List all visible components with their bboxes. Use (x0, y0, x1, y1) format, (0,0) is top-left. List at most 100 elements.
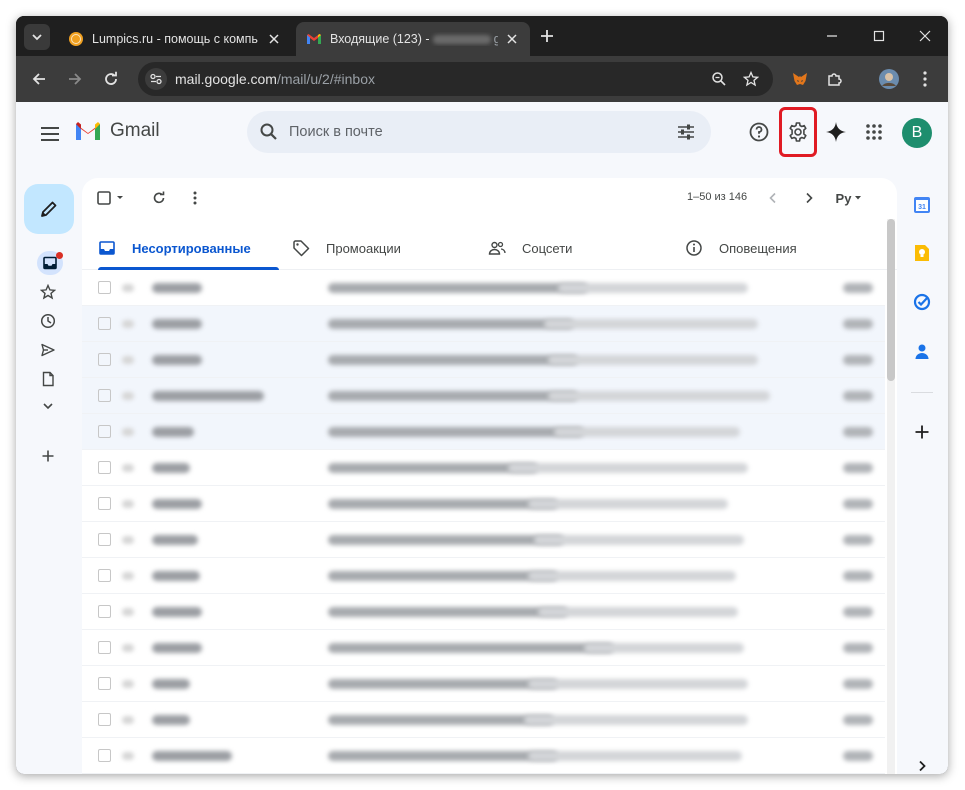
address-bar[interactable]: mail.google.com/mail/u/2/#inbox (138, 62, 773, 96)
tasks-app-button[interactable] (911, 291, 933, 313)
message-row[interactable] (82, 414, 885, 450)
message-row[interactable] (82, 306, 885, 342)
redacted-date (843, 534, 873, 545)
newer-page-button[interactable] (763, 188, 783, 208)
reload-button[interactable] (99, 67, 123, 91)
row-checkbox[interactable] (98, 641, 111, 654)
row-checkbox[interactable] (98, 533, 111, 546)
star-toggle[interactable] (122, 643, 134, 652)
forward-button[interactable] (63, 67, 87, 91)
keep-icon (915, 245, 929, 261)
star-toggle[interactable] (122, 355, 134, 364)
redacted-subject (328, 678, 558, 689)
extensions-icon[interactable] (824, 68, 846, 90)
message-row[interactable] (82, 270, 885, 306)
browser-menu-icon[interactable] (914, 68, 936, 90)
row-checkbox[interactable] (98, 713, 111, 726)
star-toggle[interactable] (122, 715, 134, 724)
star-toggle[interactable] (122, 427, 134, 436)
search-options-icon[interactable] (675, 121, 697, 143)
contacts-app-button[interactable] (911, 341, 933, 363)
nav-drafts[interactable] (36, 367, 60, 391)
scrollbar-thumb[interactable] (887, 219, 895, 381)
row-checkbox[interactable] (98, 353, 111, 366)
lumpics-favicon (69, 32, 83, 46)
tab-promotions[interactable]: Промоакции (292, 226, 401, 270)
row-checkbox[interactable] (98, 605, 111, 618)
select-all-checkbox[interactable] (96, 188, 128, 208)
keep-app-button[interactable] (911, 242, 933, 264)
main-menu-button[interactable] (38, 122, 62, 146)
star-toggle[interactable] (122, 499, 134, 508)
message-row[interactable] (82, 486, 885, 522)
google-apps-button[interactable] (862, 120, 886, 144)
tab-lumpics[interactable]: Lumpics.ru - помощь с компь (58, 22, 292, 56)
star-toggle[interactable] (122, 751, 134, 760)
show-side-panel-button[interactable] (911, 755, 933, 774)
message-row[interactable] (82, 558, 885, 594)
profile-avatar[interactable] (878, 68, 900, 90)
star-toggle[interactable] (122, 571, 134, 580)
close-window-button[interactable] (915, 26, 935, 46)
row-checkbox[interactable] (98, 425, 111, 438)
tab-updates[interactable]: Оповещения (685, 226, 797, 270)
message-row[interactable] (82, 738, 885, 774)
back-button[interactable] (27, 67, 51, 91)
message-row[interactable] (82, 666, 885, 702)
star-toggle[interactable] (122, 607, 134, 616)
tab-primary[interactable]: Несортированные (98, 226, 279, 270)
message-row[interactable] (82, 594, 885, 630)
star-toggle[interactable] (122, 679, 134, 688)
message-row[interactable] (82, 522, 885, 558)
tab-gmail[interactable]: Входящие (123) -g (296, 22, 530, 56)
gemini-button[interactable] (824, 120, 848, 144)
row-checkbox[interactable] (98, 389, 111, 402)
nav-more[interactable] (36, 394, 60, 418)
star-toggle[interactable] (122, 463, 134, 472)
input-tools-button[interactable]: Ру (834, 188, 864, 208)
nav-create-label[interactable] (36, 444, 60, 468)
star-toggle[interactable] (122, 535, 134, 544)
metamask-extension-icon[interactable] (789, 68, 811, 90)
message-row[interactable] (82, 378, 885, 414)
message-row[interactable] (82, 342, 885, 378)
star-toggle[interactable] (122, 283, 134, 292)
site-info-icon[interactable] (145, 68, 167, 90)
row-checkbox[interactable] (98, 497, 111, 510)
help-button[interactable] (747, 120, 771, 144)
older-page-button[interactable] (799, 188, 819, 208)
message-row[interactable] (82, 702, 885, 738)
star-toggle[interactable] (122, 319, 134, 328)
nav-starred[interactable] (36, 280, 60, 304)
message-row[interactable] (82, 450, 885, 486)
account-avatar[interactable]: B (902, 118, 932, 148)
minimize-button[interactable] (822, 26, 842, 46)
star-toggle[interactable] (122, 391, 134, 400)
search-input[interactable] (289, 124, 675, 140)
row-checkbox[interactable] (98, 461, 111, 474)
close-tab-icon[interactable] (504, 31, 520, 47)
bookmark-star-icon[interactable] (741, 69, 761, 89)
zoom-icon[interactable] (709, 69, 729, 89)
row-checkbox[interactable] (98, 749, 111, 762)
row-checkbox[interactable] (98, 317, 111, 330)
row-checkbox[interactable] (98, 281, 111, 294)
close-tab-icon[interactable] (266, 31, 282, 47)
row-checkbox[interactable] (98, 569, 111, 582)
tab-social[interactable]: Соцсети (488, 226, 572, 270)
refresh-button[interactable] (149, 188, 169, 208)
tab-search-button[interactable] (24, 24, 50, 50)
get-addons-button[interactable] (911, 421, 933, 443)
gmail-logo[interactable]: Gmail (74, 120, 160, 142)
search-icon[interactable] (259, 122, 279, 142)
new-tab-button[interactable] (536, 25, 558, 47)
calendar-app-button[interactable]: 31 (911, 194, 933, 216)
compose-button[interactable] (24, 184, 74, 234)
message-row[interactable] (82, 630, 885, 666)
row-checkbox[interactable] (98, 677, 111, 690)
nav-sent[interactable] (36, 338, 60, 362)
more-actions-button[interactable] (185, 188, 205, 208)
plus-icon (541, 30, 553, 42)
nav-snoozed[interactable] (36, 309, 60, 333)
maximize-button[interactable] (869, 26, 889, 46)
